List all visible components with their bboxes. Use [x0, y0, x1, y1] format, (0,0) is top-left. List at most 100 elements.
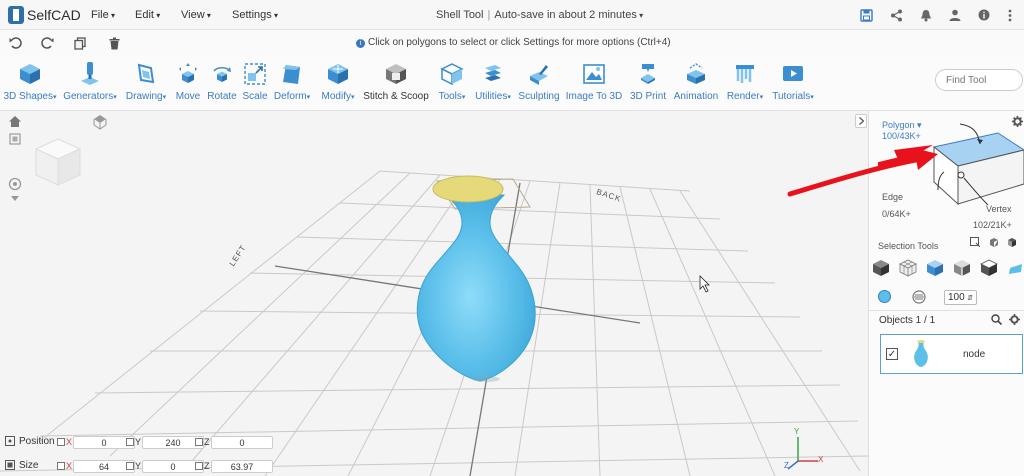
tool-tools[interactable]: Tools	[433, 60, 471, 102]
position-z-checkbox[interactable]	[195, 438, 203, 446]
redo-icon[interactable]	[38, 34, 56, 52]
info-icon[interactable]	[976, 7, 992, 23]
move-icon	[175, 60, 201, 88]
find-tool-input[interactable]	[935, 69, 1023, 91]
axis-gizmo: Y X Z	[784, 427, 824, 474]
rotate-icon	[209, 60, 235, 88]
hint-text: i Click on polygons to select or click Se…	[356, 37, 671, 48]
search-icon[interactable]	[991, 314, 1003, 328]
brush-icon[interactable]	[912, 290, 926, 307]
objects-label: Objects 1 / 1	[879, 315, 936, 326]
vertex-count: 102/21K+	[973, 220, 1012, 230]
size-z-checkbox[interactable]	[195, 462, 203, 470]
window-title: Shell Tool | Auto-save in about 2 minutes	[436, 9, 643, 21]
autosave-status[interactable]: Auto-save in about 2 minutes	[494, 9, 643, 21]
position-x-checkbox[interactable]	[57, 438, 65, 446]
tool-modify[interactable]: Modify	[316, 60, 360, 102]
select-face-icon[interactable]	[926, 259, 944, 277]
menu-edit[interactable]: Edit	[135, 9, 160, 21]
select-mesh-icon[interactable]	[899, 259, 917, 277]
object-visibility-checkbox[interactable]: ✓	[886, 348, 898, 360]
undo-icon[interactable]	[6, 34, 24, 52]
menu-file[interactable]: File	[91, 9, 115, 21]
size-z-field[interactable]	[211, 460, 273, 473]
select-object-icon[interactable]	[872, 259, 890, 277]
size-y-checkbox[interactable]	[126, 462, 134, 470]
stepper-icon: ⇵	[967, 294, 973, 302]
tool-rotate[interactable]: Rotate	[205, 60, 239, 102]
tool-deform[interactable]: Deform	[270, 60, 314, 102]
brush-size-stepper[interactable]: 100 ⇵	[944, 290, 977, 305]
vertex-label[interactable]: Vertex	[986, 204, 1012, 214]
select-vertex-icon[interactable]	[980, 259, 998, 277]
tool-image-to-3d[interactable]: Image To 3D	[563, 60, 625, 102]
size-x-axis-label: X	[66, 461, 73, 471]
tool-animation[interactable]: Animation	[670, 60, 722, 102]
chevron-down-icon[interactable]	[11, 192, 19, 204]
selfcad-logo-icon	[8, 6, 24, 24]
deform-icon	[279, 60, 305, 88]
utilities-icon	[480, 60, 506, 88]
collapse-panel-button[interactable]	[855, 114, 867, 128]
select-all-icon[interactable]	[988, 237, 1000, 250]
select-invert-icon[interactable]	[1006, 237, 1018, 250]
select-edge-icon[interactable]	[953, 259, 971, 277]
chevron-right-icon	[858, 117, 864, 125]
app-logo[interactable]: SelfCAD	[8, 6, 81, 24]
edge-count: 0/64K+	[882, 209, 911, 219]
tool-generators[interactable]: Generators	[60, 60, 120, 102]
view-cube[interactable]	[32, 135, 84, 190]
object-list-item[interactable]: ✓ node	[880, 334, 1023, 374]
3d-viewport[interactable]: BACK LEFT Y X Z Position X Y	[0, 111, 868, 476]
tool-tutorials[interactable]: Tutorials	[768, 60, 818, 102]
axis-x-label: X	[818, 455, 824, 464]
objects-settings-icon[interactable]	[1009, 314, 1020, 328]
bell-icon[interactable]	[918, 7, 934, 23]
menu-settings[interactable]: Settings	[232, 9, 278, 21]
position-z-axis-label: Z	[204, 437, 210, 447]
tool-drawing[interactable]: Drawing	[121, 60, 171, 102]
tool-move[interactable]: Move	[172, 60, 204, 102]
drawing-icon	[133, 60, 159, 88]
trash-icon[interactable]	[105, 34, 123, 52]
tool-sculpting[interactable]: Sculpting	[516, 60, 562, 102]
tool-utilities[interactable]: Utilities	[471, 60, 515, 102]
position-y-axis-label: Y	[135, 437, 142, 447]
action-bar: i Click on polygons to select or click Se…	[0, 30, 1024, 56]
menu-view[interactable]: View	[181, 9, 211, 21]
logo-text: SelfCAD	[27, 7, 81, 23]
save-icon[interactable]	[858, 7, 874, 23]
3d-print-icon	[635, 60, 661, 88]
menu-bar: SelfCAD File Edit View Settings Shell To…	[0, 0, 1024, 30]
home-icon[interactable]	[8, 115, 22, 131]
copy-icon[interactable]	[71, 34, 89, 52]
edge-label[interactable]: Edge	[882, 192, 903, 202]
user-icon[interactable]	[947, 7, 963, 23]
object-name: node	[963, 349, 986, 360]
select-paint-icon[interactable]	[1007, 259, 1024, 277]
select-rect-icon[interactable]	[970, 237, 981, 250]
fit-view-icon[interactable]	[9, 133, 21, 148]
brush-size-value: 100	[948, 292, 965, 303]
stitch-scoop-icon	[383, 60, 409, 88]
generator-icon	[77, 60, 103, 88]
tool-scale[interactable]: Scale	[240, 60, 270, 102]
mouse-cursor	[699, 275, 710, 293]
render-icon	[732, 60, 758, 88]
position-z-field[interactable]	[211, 436, 273, 449]
more-vertical-icon[interactable]	[1002, 7, 1018, 23]
size-z-axis-label: Z	[204, 461, 210, 471]
tool-3d-print[interactable]: 3D Print	[627, 60, 669, 102]
object-thumbnail	[911, 339, 931, 372]
position-label: Position	[19, 436, 55, 447]
panel-divider	[868, 310, 1024, 311]
position-y-checkbox[interactable]	[126, 438, 134, 446]
tool-3d-shapes[interactable]: 3D Shapes	[0, 60, 60, 102]
tool-render[interactable]: Render	[723, 60, 767, 102]
tool-stitch-scoop[interactable]: Stitch & Scoop	[361, 60, 431, 102]
size-x-checkbox[interactable]	[57, 462, 65, 470]
perspective-icon[interactable]	[92, 114, 108, 133]
color-swatch[interactable]	[878, 290, 891, 303]
share-icon[interactable]	[888, 7, 904, 23]
selection-tool-row	[872, 259, 1024, 277]
